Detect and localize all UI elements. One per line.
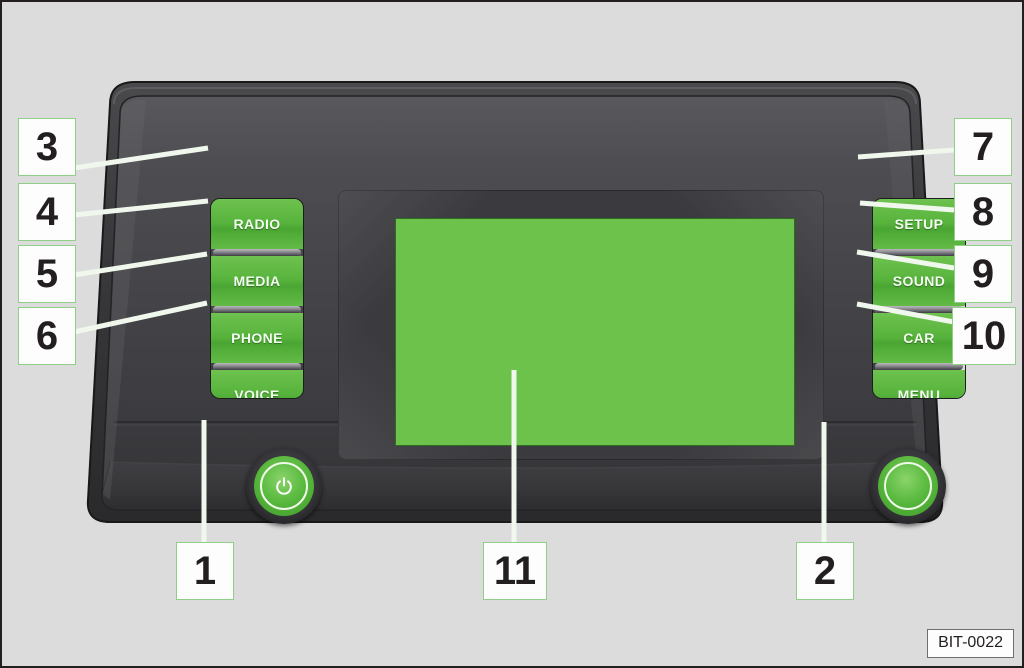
figure-code: BIT-0022 xyxy=(927,629,1014,658)
leader-3 xyxy=(73,145,209,171)
figure-canvas: RADIO MEDIA PHONE VOICE SETUP SOUND CAR … xyxy=(0,0,1024,668)
leader-5 xyxy=(73,251,208,278)
leader-6 xyxy=(73,300,208,335)
leader-9 xyxy=(856,249,955,271)
callout-7: 7 xyxy=(954,118,1012,176)
leader-4 xyxy=(73,198,209,218)
callout-10: 10 xyxy=(952,307,1016,365)
leader-10 xyxy=(856,301,955,325)
leader-8 xyxy=(859,200,955,213)
callout-4: 4 xyxy=(18,183,76,241)
callout-8: 8 xyxy=(954,183,1012,241)
callout-11: 11 xyxy=(483,542,547,600)
callout-3: 3 xyxy=(18,118,76,176)
callout-6: 6 xyxy=(18,307,76,365)
callout-2: 2 xyxy=(796,542,854,600)
leader-7 xyxy=(857,147,955,160)
callout-1: 1 xyxy=(176,542,234,600)
callout-5: 5 xyxy=(18,245,76,303)
callout-9: 9 xyxy=(954,245,1012,303)
